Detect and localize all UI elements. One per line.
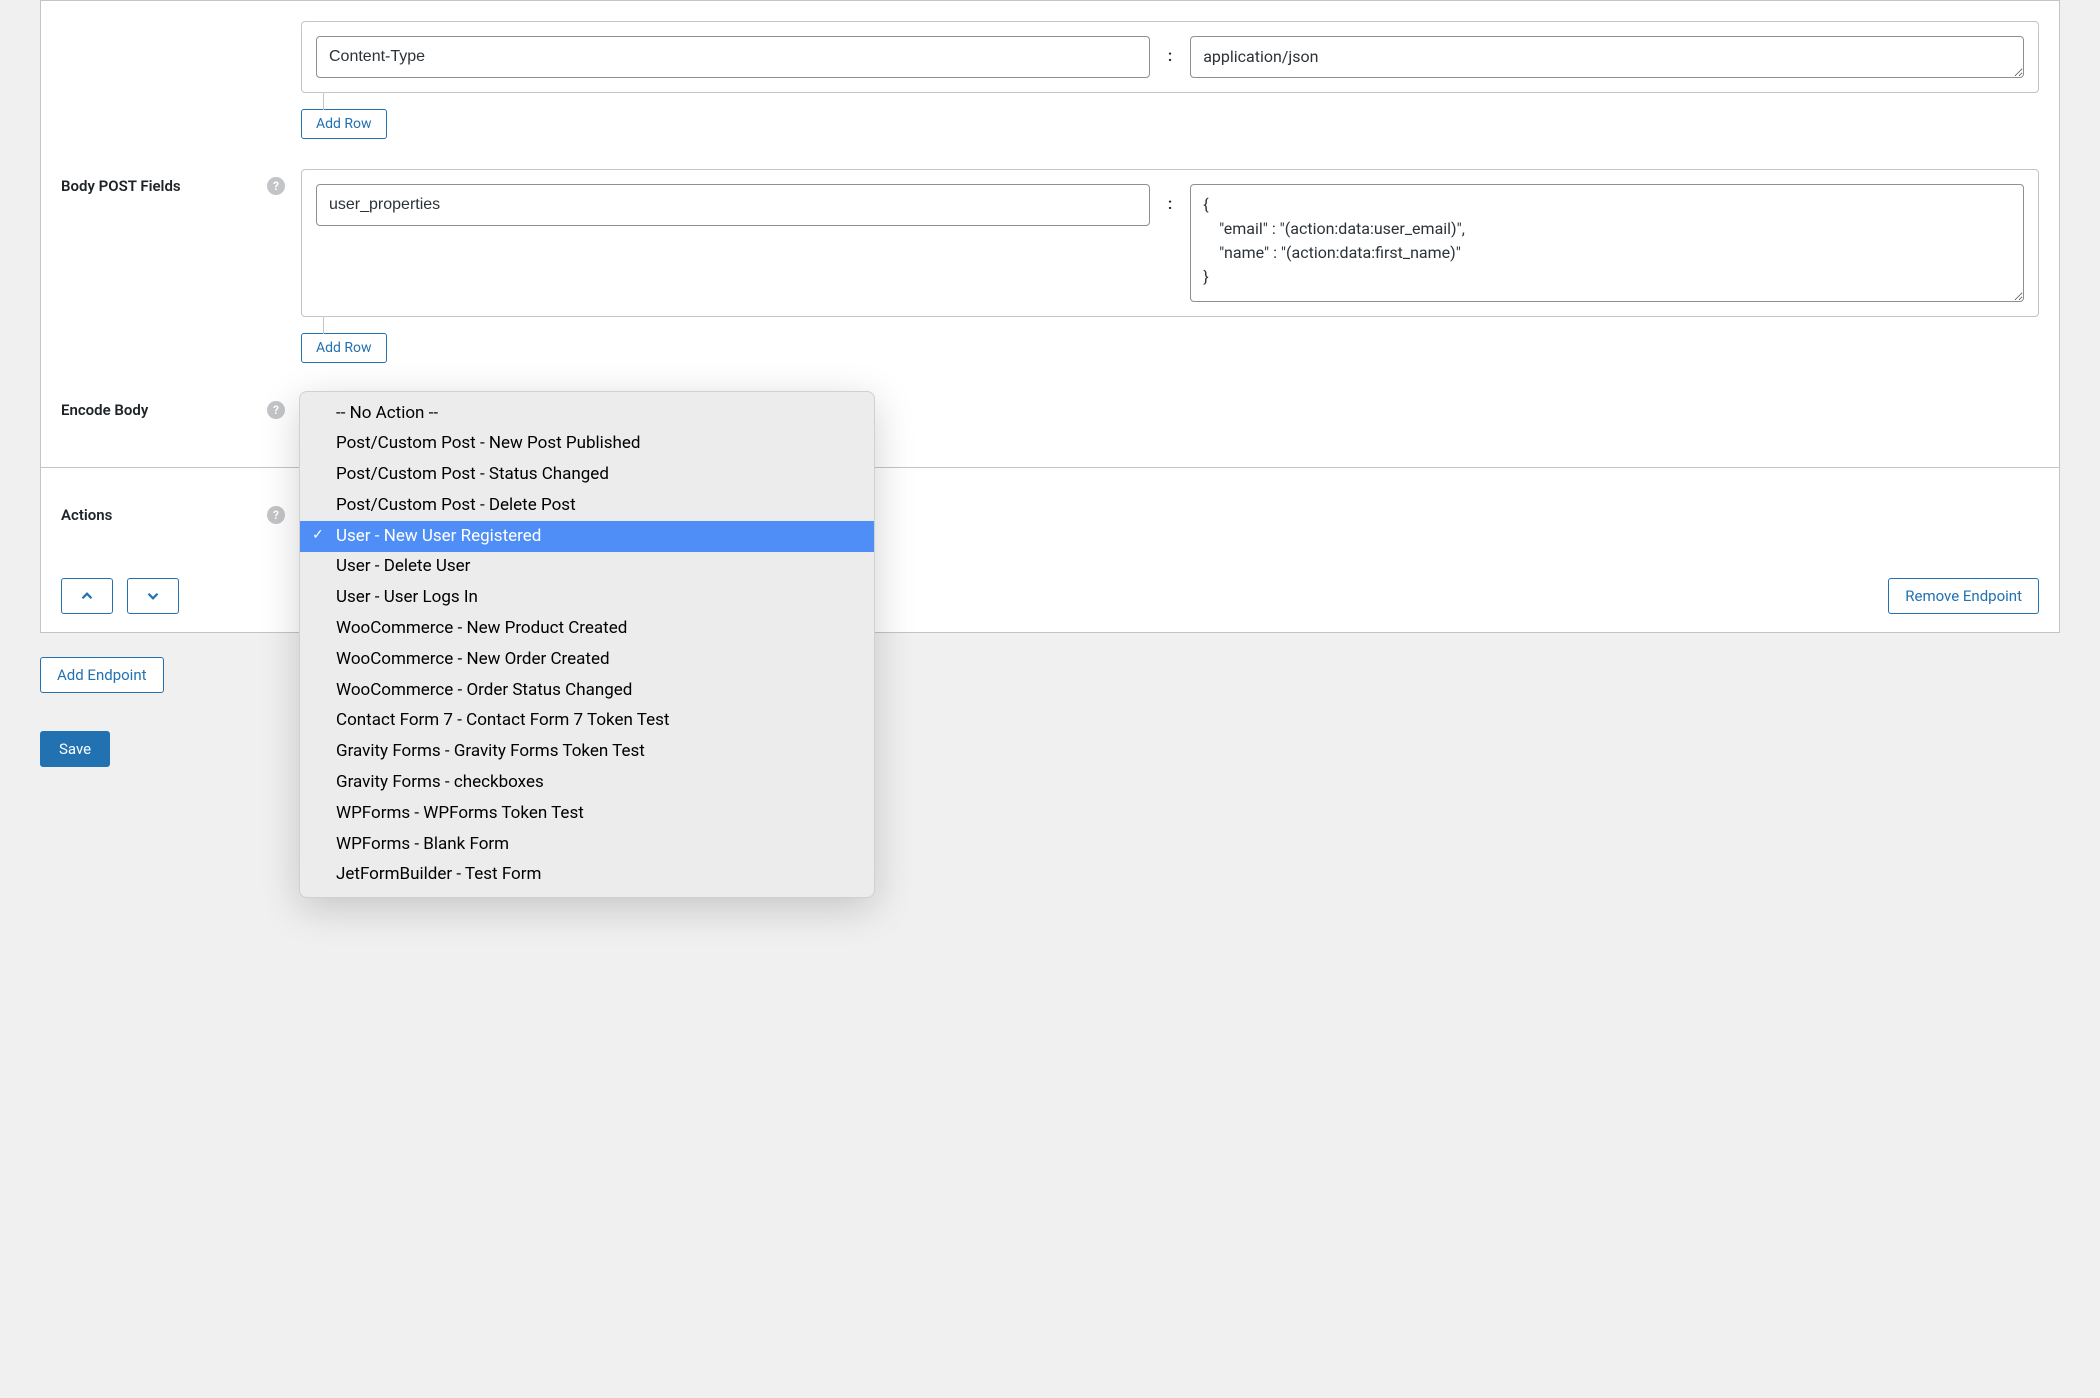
body-field-row: : { "email" : "(action:data:user_email)"…	[301, 169, 2039, 317]
chevron-up-icon	[78, 587, 96, 605]
dropdown-option[interactable]: WooCommerce - New Product Created	[300, 614, 874, 645]
header-row: : application/json	[301, 21, 2039, 93]
actions-label: Actions	[61, 506, 257, 524]
add-body-row-button[interactable]: Add Row	[301, 333, 387, 363]
add-endpoint-button[interactable]: Add Endpoint	[40, 657, 164, 693]
dropdown-option[interactable]: Gravity Forms - checkboxes	[300, 768, 874, 799]
body-key-input[interactable]	[316, 184, 1150, 226]
encode-body-label: Encode Body	[61, 401, 257, 419]
actions-dropdown-popup: -- No Action --Post/Custom Post - New Po…	[299, 391, 875, 898]
dropdown-option[interactable]: Post/Custom Post - Delete Post	[300, 490, 874, 521]
dropdown-option[interactable]: Post/Custom Post - Status Changed	[300, 460, 874, 491]
dropdown-option[interactable]: WPForms - WPForms Token Test	[300, 798, 874, 829]
help-icon: ?	[267, 177, 285, 195]
help-icon: ?	[267, 401, 285, 419]
move-up-button[interactable]	[61, 578, 113, 614]
chevron-down-icon	[144, 587, 162, 605]
dropdown-option[interactable]: Post/Custom Post - New Post Published	[300, 429, 874, 460]
dropdown-option[interactable]: User - New User Registered	[300, 521, 874, 552]
dropdown-option[interactable]: WooCommerce - New Order Created	[300, 644, 874, 675]
header-value-input[interactable]: application/json	[1190, 36, 2024, 78]
body-value-input[interactable]: { "email" : "(action:data:user_email)", …	[1190, 184, 2024, 302]
remove-endpoint-button[interactable]: Remove Endpoint	[1888, 578, 2039, 614]
body-fields-label: Body POST Fields	[61, 177, 257, 195]
kv-separator: :	[1168, 184, 1172, 213]
add-header-row-button[interactable]: Add Row	[301, 109, 387, 139]
header-key-input[interactable]	[316, 36, 1150, 78]
dropdown-option[interactable]: Contact Form 7 - Contact Form 7 Token Te…	[300, 706, 874, 737]
help-icon: ?	[267, 506, 285, 524]
dropdown-option[interactable]: User - User Logs In	[300, 583, 874, 614]
move-down-button[interactable]	[127, 578, 179, 614]
dropdown-option[interactable]: WooCommerce - Order Status Changed	[300, 675, 874, 706]
dropdown-option[interactable]: Gravity Forms - Gravity Forms Token Test	[300, 737, 874, 768]
dropdown-option[interactable]: -- No Action --	[300, 398, 874, 429]
kv-separator: :	[1168, 36, 1172, 65]
dropdown-option[interactable]: User - Delete User	[300, 552, 874, 583]
dropdown-option[interactable]: WPForms - Blank Form	[300, 829, 874, 860]
save-button[interactable]: Save	[40, 731, 110, 767]
dropdown-option[interactable]: JetFormBuilder - Test Form	[300, 860, 874, 891]
